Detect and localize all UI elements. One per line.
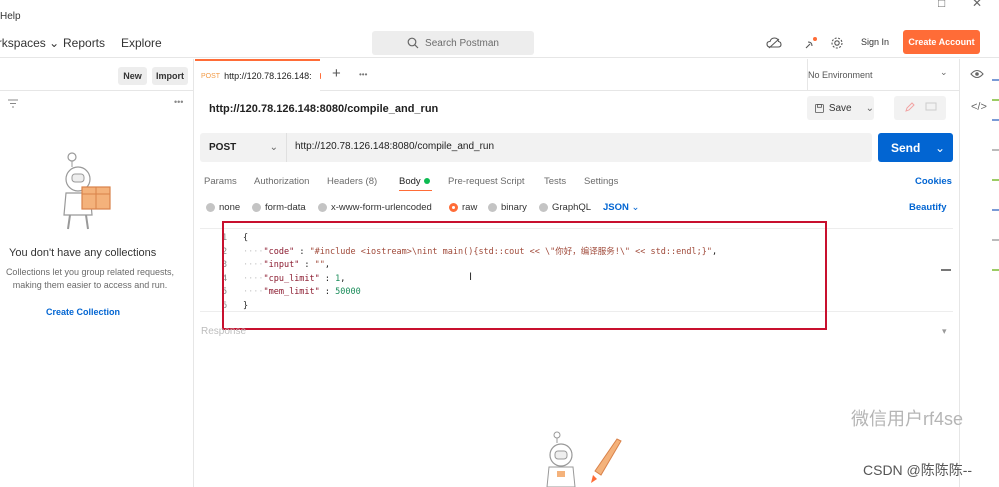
method-label: POST	[209, 142, 237, 153]
url-input[interactable]: http://120.78.126.148:8080/compile_and_r…	[295, 141, 494, 152]
explore-link[interactable]: Explore	[121, 36, 162, 50]
tab-tests[interactable]: Tests	[544, 176, 566, 187]
cloud-sync-icon[interactable]	[766, 35, 782, 51]
tab-prerequest-script[interactable]: Pre-request Script	[448, 176, 525, 187]
radio-dot	[318, 203, 327, 212]
watermark-wechat: 微信用户rf4se	[851, 409, 964, 429]
import-button[interactable]: Import	[152, 67, 188, 85]
request-title[interactable]: http://120.78.126.148:8080/compile_and_r…	[209, 103, 438, 115]
close-icon[interactable]: ✕	[972, 0, 982, 10]
empty-collections-title: You don't have any collections	[9, 247, 157, 259]
save-icon	[815, 103, 824, 113]
create-account-button[interactable]: Create Account	[903, 30, 980, 54]
beautify-link[interactable]: Beautify	[909, 202, 946, 213]
chevron-down-icon: ⌄	[865, 102, 874, 114]
chevron-down-icon: ⌄	[934, 140, 945, 155]
chevron-down-icon: ⌄	[269, 142, 278, 153]
json-format-select[interactable]: JSON ⌄	[603, 202, 639, 213]
radio-label: none	[219, 202, 241, 213]
tab-body[interactable]: Body	[399, 176, 430, 187]
new-tab-button[interactable]: +	[332, 65, 341, 82]
scrollbar-decor	[992, 79, 999, 271]
highlight-annotation-box	[222, 221, 827, 330]
chevron-down-icon[interactable]: ▾	[942, 326, 947, 337]
reports-link[interactable]: Reports	[63, 36, 105, 50]
code-snippet-icon[interactable]: </>	[971, 101, 987, 113]
comment-icon	[925, 101, 937, 116]
radio-form-data[interactable]: form-data	[252, 202, 306, 213]
empty-desc-line-2: making them easier to access and run.	[12, 280, 168, 290]
astronaut-rocket-illustration-icon	[535, 431, 625, 487]
workspaces-menu[interactable]: Workspaces ⌄	[0, 36, 59, 50]
tab-settings[interactable]: Settings	[584, 176, 618, 187]
tab-authorization[interactable]: Authorization	[254, 176, 309, 187]
radio-label: binary	[501, 202, 527, 213]
empty-collections-desc: Collections let you group related reques…	[0, 266, 180, 292]
search-icon	[407, 37, 419, 49]
help-menu[interactable]: Help	[0, 11, 21, 22]
radio-urlencoded[interactable]: x-www-form-urlencoded	[318, 202, 432, 213]
settings-gear-icon[interactable]	[829, 35, 845, 51]
app-header: Workspaces ⌄ Reports Explore Search Post…	[0, 28, 999, 58]
radio-dot-selected	[449, 203, 458, 212]
chevron-down-icon: ⌄	[49, 36, 60, 50]
search-placeholder: Search Postman	[425, 37, 499, 49]
text-cursor-icon: I	[469, 271, 473, 283]
filter-icon[interactable]	[8, 99, 18, 111]
radio-label: x-www-form-urlencoded	[331, 202, 432, 213]
empty-desc-line-1: Collections let you group related reques…	[5, 267, 175, 277]
watermark-csdn: CSDN @陈陈陈--	[863, 462, 973, 478]
radio-label: form-data	[265, 202, 306, 213]
cookies-link[interactable]: Cookies	[915, 176, 952, 187]
radio-graphql[interactable]: GraphQL	[539, 202, 591, 213]
sign-in-button[interactable]: Sign In	[855, 30, 895, 54]
radio-dot	[252, 203, 261, 212]
send-label: Send	[891, 140, 921, 155]
tab-params[interactable]: Params	[204, 176, 237, 187]
response-label[interactable]: Response	[201, 326, 246, 337]
save-label: Save	[828, 102, 852, 114]
radio-binary[interactable]: binary	[488, 202, 527, 213]
chevron-down-icon: ⌄	[940, 67, 948, 77]
url-bar: POST ⌄ http://120.78.126.148:8080/compil…	[200, 133, 872, 162]
active-tab-underline	[399, 190, 432, 191]
satellite-icon[interactable]	[803, 35, 819, 51]
new-button[interactable]: New	[118, 67, 147, 85]
sidebar-more-icon[interactable]: •••	[174, 97, 183, 107]
editor-scroll-marker	[941, 269, 951, 271]
maximize-icon[interactable]: □	[938, 0, 945, 10]
tabs-more-icon[interactable]: •••	[359, 70, 367, 79]
method-select[interactable]: POST ⌄	[200, 133, 287, 162]
json-label: JSON	[603, 202, 629, 213]
tab-url: http://120.78.126.148:	[224, 71, 312, 81]
workspaces-label: Workspaces	[0, 36, 46, 50]
radio-label: raw	[462, 202, 478, 213]
radio-dot	[206, 203, 215, 212]
create-collection-link[interactable]: Create Collection	[46, 307, 120, 317]
request-tabs-bar: POST http://120.78.126.148: + ••• No Env…	[195, 59, 959, 91]
edit-request-button[interactable]	[894, 96, 946, 120]
window-menubar: Help □ ✕	[0, 0, 999, 28]
environment-label: No Environment	[808, 70, 873, 80]
tab-compile-and-run[interactable]: POST http://120.78.126.148:	[195, 59, 320, 91]
tab-method: POST	[201, 72, 221, 80]
pencil-icon	[904, 101, 916, 116]
tab-headers[interactable]: Headers (8)	[327, 176, 377, 187]
environment-select[interactable]: No Environment ⌄	[807, 59, 957, 91]
radio-none[interactable]: none	[206, 202, 240, 213]
sidebar-divider	[0, 90, 194, 91]
save-button[interactable]: Save ⌄	[807, 96, 874, 120]
radio-dot	[539, 203, 548, 212]
astronaut-illustration-icon	[52, 149, 124, 234]
send-button[interactable]: Send ⌄	[878, 133, 953, 162]
radio-raw[interactable]: raw	[449, 202, 477, 213]
eye-icon[interactable]	[970, 69, 984, 82]
search-input[interactable]: Search Postman	[372, 31, 534, 55]
radio-label: GraphQL	[552, 202, 592, 213]
sidebar: New Import ••• You don't have any collec…	[0, 59, 194, 487]
radio-dot	[488, 203, 497, 212]
tab-body-label: Body	[399, 176, 421, 187]
chevron-down-icon: ⌄	[631, 202, 640, 213]
body-active-dot-icon	[423, 178, 430, 185]
